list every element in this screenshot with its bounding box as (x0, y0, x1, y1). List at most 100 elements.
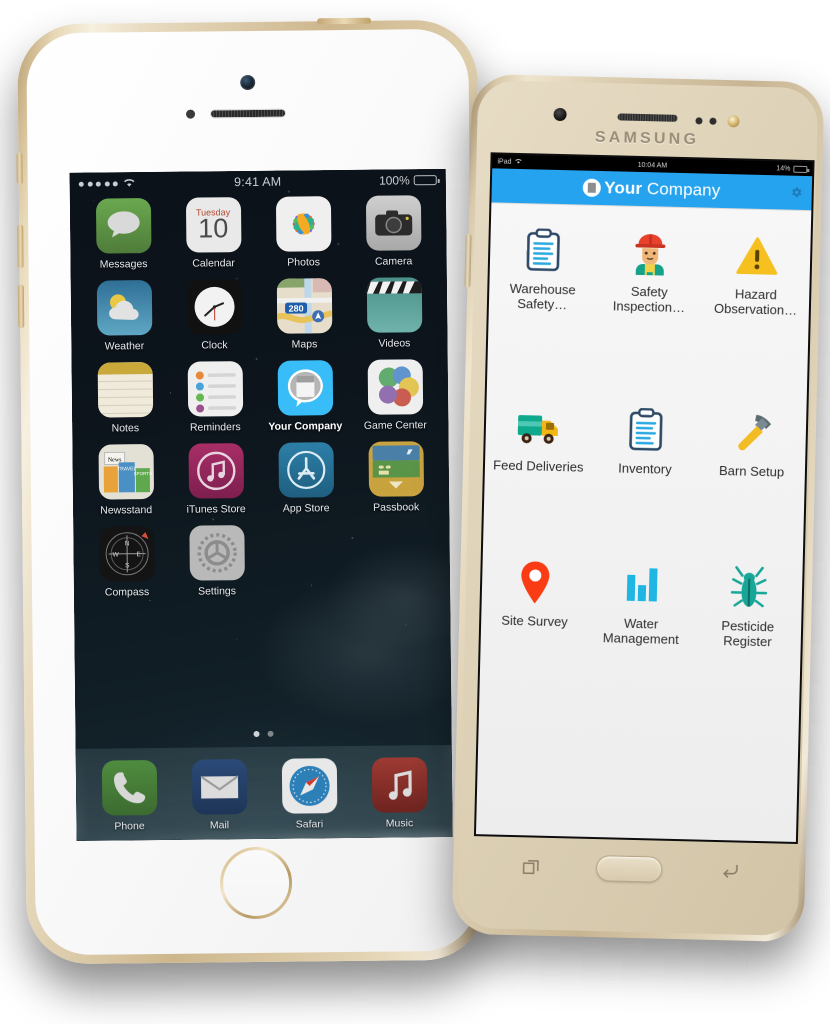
tile-inventory[interactable]: Inventory (591, 406, 699, 478)
dock-app-mail[interactable]: Mail (174, 759, 265, 840)
dock-app-music[interactable]: Music (354, 757, 445, 838)
app-compass[interactable]: N S E W Compass (81, 526, 172, 599)
svg-text:E: E (136, 551, 141, 558)
iphone-volume-down[interactable] (17, 284, 25, 329)
tile-safety-inspection[interactable]: Safety Inspection… (595, 229, 704, 316)
itunes-store-icon (187, 443, 244, 499)
page-dot-2[interactable] (267, 730, 274, 737)
tile-pesticide-register[interactable]: Pesticide Register (694, 563, 803, 650)
status-time: 9:41 AM (234, 174, 282, 190)
battery-icon (413, 175, 437, 186)
scene-root: 9:41 AM 100% Messages Tuesday 10 Calenda… (0, 0, 830, 1024)
app-videos[interactable]: Videos (349, 277, 440, 350)
app-label: Maps (291, 338, 318, 351)
videos-icon (366, 277, 422, 333)
app-label: App Store (282, 502, 330, 515)
tile-barn-setup[interactable]: Barn Setup (698, 408, 806, 480)
app-label: Camera (374, 255, 413, 268)
app-camera[interactable]: Camera (348, 195, 439, 268)
tile-label: Pesticide Register (721, 618, 775, 650)
app-your-company[interactable]: Your Company (260, 360, 351, 433)
tile-label: Inventory (618, 460, 672, 477)
worker-icon (627, 230, 674, 277)
app-label: Calendar (192, 257, 235, 270)
samsung-brand-logo: SAMSUNG (594, 128, 700, 149)
app-calendar[interactable]: Tuesday 10 Calendar (168, 197, 259, 270)
home-button[interactable] (219, 846, 293, 920)
tile-water-management[interactable]: Water Management (587, 561, 696, 648)
bar-chart-icon (619, 562, 666, 609)
your-company-logo-icon (583, 178, 602, 198)
app-label: Videos (378, 337, 411, 350)
app-weather[interactable]: Weather (79, 280, 170, 353)
app-messages[interactable]: Messages (78, 198, 169, 271)
front-camera-icon (553, 107, 567, 122)
newsstand-icon: News TRAVEL SPORTS (97, 444, 154, 500)
home-button[interactable] (595, 855, 663, 883)
notes-icon (97, 362, 153, 418)
proximity-sensor-icon (695, 117, 703, 125)
app-maps[interactable]: 280 Maps (259, 278, 350, 351)
app-passbook[interactable]: Passbook (350, 441, 441, 514)
svg-text:SPORTS: SPORTS (133, 471, 151, 476)
your-company-icon (277, 360, 333, 416)
app-itunes-store[interactable]: iTunes Store (170, 443, 261, 516)
app-store-icon (277, 442, 334, 498)
app-label: Music (385, 817, 414, 830)
tile-label: Hazard Observation… (713, 286, 798, 319)
music-icon (371, 757, 427, 813)
front-flash-icon (727, 115, 740, 128)
clock-icon (186, 279, 242, 335)
tile-label: Water Management (602, 615, 679, 648)
app-label: Your Company (268, 420, 343, 433)
iphone-screen: 9:41 AM 100% Messages Tuesday 10 Calenda… (69, 168, 453, 841)
samsung-front-panel: SAMSUNG iPad 10:04 AM 14% Your Company W… (457, 79, 819, 937)
app-title-bold: Your (604, 178, 643, 199)
tile-site-survey[interactable]: Site Survey (481, 558, 590, 645)
app-photos[interactable]: Photos (258, 196, 349, 269)
app-reminders[interactable]: Reminders (170, 361, 261, 434)
gear-icon[interactable] (790, 185, 803, 200)
truck-icon (516, 404, 563, 451)
bug-icon (725, 564, 772, 611)
iphone-mute-switch[interactable] (16, 152, 23, 185)
recent-apps-icon[interactable] (521, 857, 542, 882)
app-game-center[interactable]: Game Center (350, 359, 441, 432)
tile-warehouse-safety[interactable]: Warehouse Safety… (489, 226, 598, 313)
tile-row-3: Site Survey Water Management Pesticide R… (481, 558, 803, 650)
svg-text:S: S (125, 562, 130, 569)
tile-row-1: Warehouse Safety… Safety Inspection… Haz… (489, 226, 811, 318)
page-dot-1[interactable] (253, 730, 260, 737)
dock-app-phone[interactable]: Phone (84, 760, 175, 841)
tile-label: Feed Deliveries (492, 457, 584, 475)
warning-triangle-icon (733, 232, 780, 279)
light-sensor-icon (709, 117, 717, 125)
front-camera-icon (240, 74, 256, 91)
settings-icon (188, 525, 245, 581)
app-title-regular: Company (641, 179, 721, 200)
app-settings[interactable]: Settings (171, 525, 262, 598)
iphone-power-button[interactable] (317, 17, 372, 25)
map-pin-icon (512, 559, 559, 606)
tile-label: Warehouse Safety… (509, 280, 576, 313)
game-center-icon (367, 359, 423, 415)
app-label: Settings (197, 585, 237, 598)
photos-icon (275, 196, 331, 252)
dock-app-safari[interactable]: Safari (264, 758, 355, 839)
app-clock[interactable]: Clock (169, 279, 260, 352)
maps-icon: 280 (276, 278, 332, 334)
clipboard-icon (622, 406, 669, 453)
tile-label: Site Survey (501, 612, 568, 630)
back-icon[interactable] (719, 860, 742, 887)
app-notes[interactable]: Notes (80, 362, 171, 435)
samsung-volume-button[interactable] (464, 233, 472, 288)
app-app-store[interactable]: App Store (260, 442, 351, 515)
compass-icon: N S E W (98, 526, 155, 582)
tile-label: Safety Inspection… (612, 283, 686, 316)
svg-text:W: W (112, 551, 119, 558)
tile-feed-deliveries[interactable]: Feed Deliveries (485, 403, 593, 475)
app-label: Weather (104, 340, 145, 353)
iphone-volume-up[interactable] (17, 224, 24, 269)
app-newsstand[interactable]: News TRAVEL SPORTS Newsstand (80, 444, 171, 517)
tile-hazard-observation[interactable]: Hazard Observation… (702, 232, 811, 319)
